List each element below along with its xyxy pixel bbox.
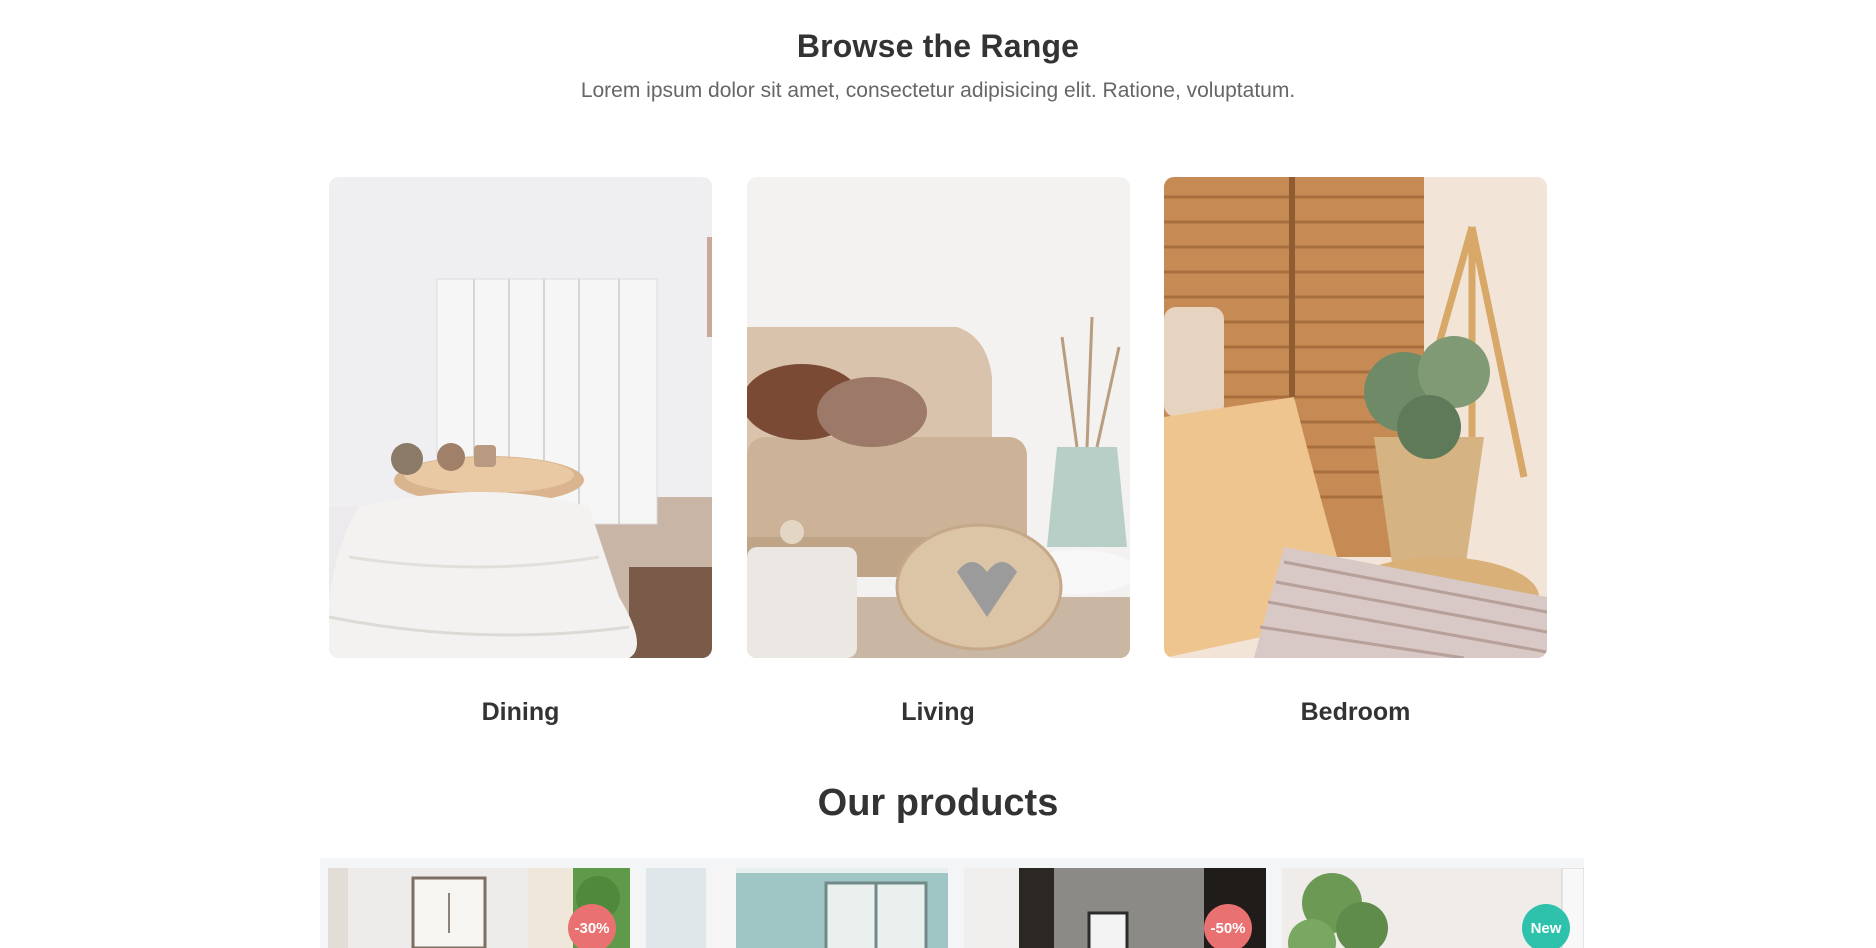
page: Browse the Range Lorem ipsum dolor sit a… <box>0 0 1876 948</box>
products-title: Our products <box>817 782 1059 824</box>
range-label-bedroom[interactable]: Bedroom <box>1164 698 1547 727</box>
browse-header: Browse the Range Lorem ipsum dolor sit a… <box>0 28 1876 103</box>
browse-subtitle: Lorem ipsum dolor sit amet, consectetur … <box>580 79 1296 102</box>
dining-image[interactable] <box>329 177 712 658</box>
bedroom-image[interactable] <box>1164 177 1547 658</box>
product-card-3[interactable]: -50% <box>956 858 1274 948</box>
range-list: Dining Living Bedroom <box>329 177 1547 727</box>
discount-badge-3: -50% <box>1204 904 1252 948</box>
range-card-bedroom[interactable]: Bedroom <box>1164 177 1547 727</box>
product-card-1[interactable]: -30% <box>320 858 638 948</box>
browse-title: Browse the Range <box>796 28 1080 64</box>
range-card-living[interactable]: Living <box>746 177 1130 727</box>
product-image-2[interactable] <box>646 868 948 948</box>
range-label-living[interactable]: Living <box>747 698 1130 727</box>
product-card-4[interactable]: New <box>1274 858 1584 948</box>
discount-badge-1: -30% <box>568 904 616 948</box>
product-card-2[interactable] <box>638 858 956 948</box>
range-label-dining[interactable]: Dining <box>329 698 712 727</box>
new-badge-4: New <box>1522 904 1570 948</box>
living-image[interactable] <box>746 177 1130 658</box>
range-card-dining[interactable]: Dining <box>329 177 712 727</box>
product-list: -30% -50% New <box>320 858 1584 948</box>
